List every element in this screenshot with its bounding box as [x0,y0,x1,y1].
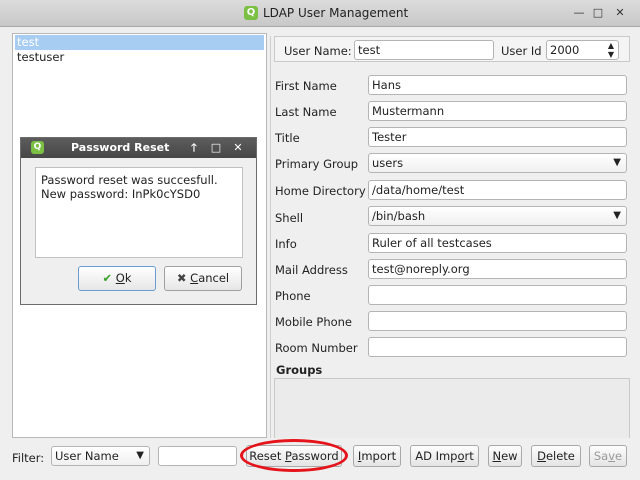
close-icon[interactable]: ✕ [230,140,246,156]
info-input[interactable]: Ruler of all testcases [368,233,627,253]
first-name-label: First Name [275,79,337,93]
mail-address-label: Mail Address [275,263,348,277]
primary-group-select[interactable]: users ▼ [368,153,627,173]
groups-heading: Groups [276,363,323,377]
filter-field-select[interactable]: User Name ▼ [51,446,150,466]
mail-address-input[interactable]: test@noreply.org [368,259,627,279]
save-label-pre: Sa [593,449,609,463]
primary-group-label: Primary Group [275,157,359,171]
user-name-label: User Name: [284,44,352,58]
user-id-spinbox[interactable]: 2000 ▲ ▼ [546,40,619,60]
phone-input[interactable] [368,285,627,305]
app-logo-icon: Q [31,141,44,154]
room-number-input[interactable] [368,337,627,357]
close-icon[interactable]: ✕ [612,5,628,21]
dialog-message-line: Password reset was succesfull. [41,173,218,187]
mobile-phone-label: Mobile Phone [275,315,353,329]
ad-import-mnemonic: o [457,449,465,463]
new-mnemonic: N [492,449,502,463]
ad-import-button[interactable]: AD Import [410,445,479,467]
dialog-title-bar[interactable]: Q Password Reset 🡑 □ ✕ [21,138,256,158]
delete-mnemonic: D [537,449,546,463]
last-name-input[interactable]: Mustermann [368,101,627,121]
app-logo-icon: Q [244,6,258,20]
home-directory-input[interactable]: /data/home/test [368,180,627,200]
shell-value: /bin/bash [372,209,426,223]
groups-list[interactable] [274,378,630,438]
ok-label-post: k [124,271,132,285]
ok-button[interactable]: ✔ Ok [78,266,156,291]
title-input[interactable]: Tester [368,127,627,147]
user-id-value: 2000 [550,43,580,57]
user-list-item[interactable]: testuser [13,50,266,65]
highlight-ellipse-annotation [240,439,348,472]
import-label-post: mport [361,449,397,463]
chevron-down-icon: ▼ [613,157,621,168]
splitter-divider[interactable] [270,36,271,438]
user-list-item[interactable]: test [15,35,264,50]
title-label: Title [275,131,300,145]
keep-above-icon[interactable]: 🡑 [186,140,202,156]
minimize-icon[interactable]: — [571,5,587,21]
checkmark-icon: ✔ [102,271,113,285]
cancel-label-post: ancel [198,271,230,285]
filter-field-value: User Name [55,449,119,463]
filter-text-input[interactable] [158,446,237,466]
new-button[interactable]: New [488,445,522,467]
dialog-title: Password Reset [71,141,170,154]
maximize-icon[interactable]: □ [208,140,224,156]
room-number-label: Room Number [275,341,358,355]
filter-label: Filter: [12,451,45,465]
delete-button[interactable]: Delete [531,445,581,467]
maximize-icon[interactable]: □ [590,5,606,21]
spin-arrows-icon[interactable]: ▲ ▼ [608,41,614,59]
last-name-label: Last Name [275,105,337,119]
dialog-message-box: Password reset was succesfull. New passw… [35,167,243,258]
window-title: LDAP User Management [263,6,409,20]
save-label-post: e [615,449,623,463]
shell-select[interactable]: /bin/bash ▼ [368,206,627,226]
cancel-mnemonic: C [190,271,199,285]
cancel-button[interactable]: ✖ Cancel [164,266,242,291]
phone-label: Phone [275,289,311,303]
chevron-down-icon: ▼ [613,210,621,221]
info-label: Info [275,237,297,251]
password-reset-dialog[interactable]: Q Password Reset 🡑 □ ✕ Password reset wa… [20,137,257,305]
ad-import-label-pre: AD Imp [415,449,458,463]
new-label-post: ew [501,449,518,463]
mobile-phone-input[interactable] [368,311,627,331]
title-bar[interactable]: Q LDAP User Management — □ ✕ [0,0,640,27]
primary-group-value: users [372,156,404,170]
ad-import-label-post: rt [464,449,474,463]
home-directory-label: Home Directory [275,184,366,198]
dialog-message-line: New password: InPk0cYSD0 [41,187,201,201]
cross-icon: ✖ [176,271,187,285]
ok-mnemonic: O [115,271,125,285]
first-name-input[interactable]: Hans [368,75,627,95]
chevron-down-icon: ▼ [136,450,144,461]
import-button[interactable]: Import [353,445,401,467]
user-id-label: User Id [501,44,542,58]
save-button[interactable]: Save [589,445,627,467]
delete-label-post: elete [545,449,575,463]
shell-label: Shell [275,211,304,225]
user-name-input[interactable]: test [354,40,494,60]
